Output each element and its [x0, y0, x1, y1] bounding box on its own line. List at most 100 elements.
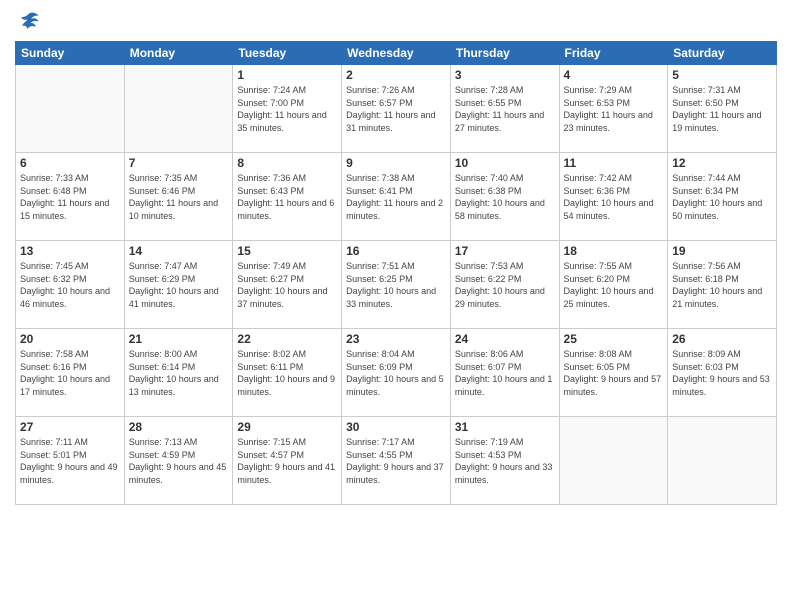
week-row-4: 20 Sunrise: 7:58 AM Sunset: 6:16 PM Dayli…	[16, 329, 777, 417]
week-row-5: 27 Sunrise: 7:11 AM Sunset: 5:01 PM Dayli…	[16, 417, 777, 505]
day-cell: 27 Sunrise: 7:11 AM Sunset: 5:01 PM Dayli…	[16, 417, 125, 505]
cell-info: Sunrise: 7:28 AM Sunset: 6:55 PM Dayligh…	[455, 84, 555, 134]
day-cell	[559, 417, 668, 505]
day-number: 14	[129, 244, 229, 258]
day-cell: 30 Sunrise: 7:17 AM Sunset: 4:55 PM Dayli…	[342, 417, 451, 505]
day-number: 15	[237, 244, 337, 258]
cell-info: Sunrise: 8:09 AM Sunset: 6:03 PM Dayligh…	[672, 348, 772, 398]
day-number: 7	[129, 156, 229, 170]
day-number: 25	[564, 332, 664, 346]
day-number: 23	[346, 332, 446, 346]
header-row: Sunday Monday Tuesday Wednesday Thursday…	[16, 42, 777, 65]
logo	[15, 10, 40, 33]
day-cell: 28 Sunrise: 7:13 AM Sunset: 4:59 PM Dayli…	[124, 417, 233, 505]
calendar-table: Sunday Monday Tuesday Wednesday Thursday…	[15, 41, 777, 505]
week-row-1: 1Sunrise: 7:24 AM Sunset: 7:00 PM Daylig…	[16, 65, 777, 153]
day-cell: 24 Sunrise: 8:06 AM Sunset: 6:07 PM Dayli…	[450, 329, 559, 417]
cell-info: Sunrise: 7:15 AM Sunset: 4:57 PM Dayligh…	[237, 436, 337, 486]
day-number: 22	[237, 332, 337, 346]
cell-info: Sunrise: 7:11 AM Sunset: 5:01 PM Dayligh…	[20, 436, 120, 486]
cell-info: Sunrise: 7:56 AM Sunset: 6:18 PM Dayligh…	[672, 260, 772, 310]
day-number: 13	[20, 244, 120, 258]
day-number: 19	[672, 244, 772, 258]
cell-info: Sunrise: 8:04 AM Sunset: 6:09 PM Dayligh…	[346, 348, 446, 398]
day-cell: 17 Sunrise: 7:53 AM Sunset: 6:22 PM Dayli…	[450, 241, 559, 329]
col-friday: Friday	[559, 42, 668, 65]
day-number: 10	[455, 156, 555, 170]
header	[15, 10, 777, 33]
day-cell: 11Sunrise: 7:42 AM Sunset: 6:36 PM Dayli…	[559, 153, 668, 241]
cell-info: Sunrise: 7:13 AM Sunset: 4:59 PM Dayligh…	[129, 436, 229, 486]
col-saturday: Saturday	[668, 42, 777, 65]
cell-info: Sunrise: 7:40 AM Sunset: 6:38 PM Dayligh…	[455, 172, 555, 222]
cell-info: Sunrise: 7:58 AM Sunset: 6:16 PM Dayligh…	[20, 348, 120, 398]
day-number: 1	[237, 68, 337, 82]
cell-info: Sunrise: 8:08 AM Sunset: 6:05 PM Dayligh…	[564, 348, 664, 398]
day-number: 3	[455, 68, 555, 82]
day-cell: 16 Sunrise: 7:51 AM Sunset: 6:25 PM Dayli…	[342, 241, 451, 329]
day-cell: 13Sunrise: 7:45 AM Sunset: 6:32 PM Dayli…	[16, 241, 125, 329]
day-cell: 23 Sunrise: 8:04 AM Sunset: 6:09 PM Dayli…	[342, 329, 451, 417]
day-number: 20	[20, 332, 120, 346]
day-number: 21	[129, 332, 229, 346]
day-number: 29	[237, 420, 337, 434]
day-cell: 12 Sunrise: 7:44 AM Sunset: 6:34 PM Dayli…	[668, 153, 777, 241]
col-wednesday: Wednesday	[342, 42, 451, 65]
day-number: 11	[564, 156, 664, 170]
day-number: 12	[672, 156, 772, 170]
day-cell: 20 Sunrise: 7:58 AM Sunset: 6:16 PM Dayli…	[16, 329, 125, 417]
day-cell: 2 Sunrise: 7:26 AM Sunset: 6:57 PM Daylig…	[342, 65, 451, 153]
cell-info: Sunrise: 7:17 AM Sunset: 4:55 PM Dayligh…	[346, 436, 446, 486]
col-thursday: Thursday	[450, 42, 559, 65]
day-number: 9	[346, 156, 446, 170]
cell-info: Sunrise: 7:53 AM Sunset: 6:22 PM Dayligh…	[455, 260, 555, 310]
cell-info: Sunrise: 7:26 AM Sunset: 6:57 PM Dayligh…	[346, 84, 446, 134]
cell-info: Sunrise: 7:51 AM Sunset: 6:25 PM Dayligh…	[346, 260, 446, 310]
day-cell: 8 Sunrise: 7:36 AM Sunset: 6:43 PM Daylig…	[233, 153, 342, 241]
day-number: 16	[346, 244, 446, 258]
day-cell: 26 Sunrise: 8:09 AM Sunset: 6:03 PM Dayli…	[668, 329, 777, 417]
day-cell: 7 Sunrise: 7:35 AM Sunset: 6:46 PM Daylig…	[124, 153, 233, 241]
cell-info: Sunrise: 7:33 AM Sunset: 6:48 PM Dayligh…	[20, 172, 120, 222]
cell-info: Sunrise: 7:44 AM Sunset: 6:34 PM Dayligh…	[672, 172, 772, 222]
day-number: 31	[455, 420, 555, 434]
day-cell: 1Sunrise: 7:24 AM Sunset: 7:00 PM Daylig…	[233, 65, 342, 153]
day-number: 17	[455, 244, 555, 258]
cell-info: Sunrise: 7:35 AM Sunset: 6:46 PM Dayligh…	[129, 172, 229, 222]
cell-info: Sunrise: 7:49 AM Sunset: 6:27 PM Dayligh…	[237, 260, 337, 310]
day-cell: 31Sunrise: 7:19 AM Sunset: 4:53 PM Dayli…	[450, 417, 559, 505]
day-cell	[16, 65, 125, 153]
cell-info: Sunrise: 7:47 AM Sunset: 6:29 PM Dayligh…	[129, 260, 229, 310]
week-row-2: 6Sunrise: 7:33 AM Sunset: 6:48 PM Daylig…	[16, 153, 777, 241]
day-cell	[124, 65, 233, 153]
day-number: 28	[129, 420, 229, 434]
day-cell: 4Sunrise: 7:29 AM Sunset: 6:53 PM Daylig…	[559, 65, 668, 153]
logo-bird-icon	[18, 10, 40, 32]
day-cell: 15 Sunrise: 7:49 AM Sunset: 6:27 PM Dayli…	[233, 241, 342, 329]
day-cell: 25 Sunrise: 8:08 AM Sunset: 6:05 PM Dayli…	[559, 329, 668, 417]
day-cell: 6Sunrise: 7:33 AM Sunset: 6:48 PM Daylig…	[16, 153, 125, 241]
day-number: 26	[672, 332, 772, 346]
day-number: 18	[564, 244, 664, 258]
cell-info: Sunrise: 8:06 AM Sunset: 6:07 PM Dayligh…	[455, 348, 555, 398]
day-number: 8	[237, 156, 337, 170]
day-number: 24	[455, 332, 555, 346]
cell-info: Sunrise: 8:00 AM Sunset: 6:14 PM Dayligh…	[129, 348, 229, 398]
day-cell: 3 Sunrise: 7:28 AM Sunset: 6:55 PM Daylig…	[450, 65, 559, 153]
day-number: 27	[20, 420, 120, 434]
day-cell: 9 Sunrise: 7:38 AM Sunset: 6:41 PM Daylig…	[342, 153, 451, 241]
day-number: 30	[346, 420, 446, 434]
cell-info: Sunrise: 7:31 AM Sunset: 6:50 PM Dayligh…	[672, 84, 772, 134]
day-cell: 18 Sunrise: 7:55 AM Sunset: 6:20 PM Dayli…	[559, 241, 668, 329]
day-number: 4	[564, 68, 664, 82]
day-cell	[668, 417, 777, 505]
col-tuesday: Tuesday	[233, 42, 342, 65]
day-cell: 19 Sunrise: 7:56 AM Sunset: 6:18 PM Dayli…	[668, 241, 777, 329]
col-monday: Monday	[124, 42, 233, 65]
day-cell: 22Sunrise: 8:02 AM Sunset: 6:11 PM Dayli…	[233, 329, 342, 417]
cell-info: Sunrise: 7:55 AM Sunset: 6:20 PM Dayligh…	[564, 260, 664, 310]
calendar-page: Sunday Monday Tuesday Wednesday Thursday…	[0, 0, 792, 612]
cell-info: Sunrise: 7:36 AM Sunset: 6:43 PM Dayligh…	[237, 172, 337, 222]
day-number: 2	[346, 68, 446, 82]
cell-info: Sunrise: 7:38 AM Sunset: 6:41 PM Dayligh…	[346, 172, 446, 222]
